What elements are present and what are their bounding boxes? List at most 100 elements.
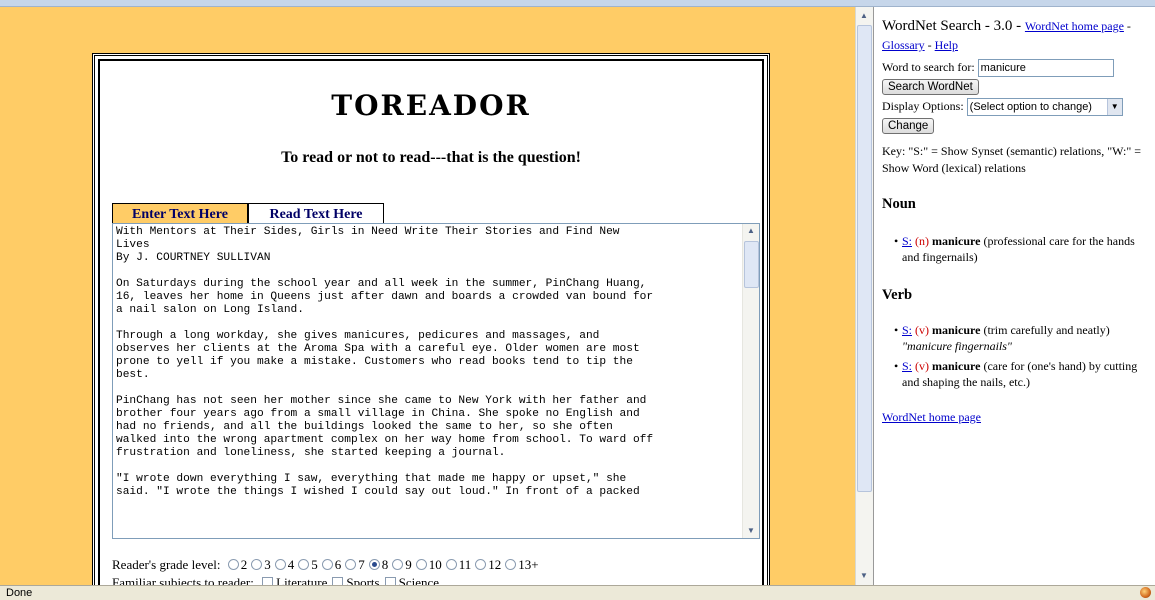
word-search-input[interactable]: manicure xyxy=(977,59,1114,77)
page-title: TOREADOR xyxy=(331,89,531,122)
chevron-down-icon[interactable]: ▼ xyxy=(1106,99,1122,115)
sense-item: • S: (v) manicure (trim carefully and nea… xyxy=(882,322,1150,354)
grade-radio[interactable] xyxy=(415,559,427,570)
scroll-down-arrow-icon[interactable]: ▼ xyxy=(856,569,872,583)
page-subtitle: To read or not to read---that is the que… xyxy=(281,149,581,166)
grade-radio[interactable] xyxy=(368,559,380,570)
synset-link[interactable]: S: xyxy=(902,234,912,248)
grade-radio[interactable] xyxy=(345,559,357,570)
status-bar: Done xyxy=(0,585,1155,600)
display-options-label: Display Options: xyxy=(882,98,964,113)
grade-option[interactable]: 3 xyxy=(247,557,271,572)
synset-link[interactable]: S: xyxy=(902,323,912,337)
grade-option-label: 10 xyxy=(428,557,442,572)
subject-checkbox[interactable] xyxy=(332,577,344,585)
subject-option-label: Sports xyxy=(346,575,380,585)
grade-level-label: Reader's grade level: xyxy=(112,557,221,572)
subject-option-label: Literature xyxy=(276,575,328,585)
grade-radio[interactable] xyxy=(251,559,263,570)
bullet-icon: • xyxy=(894,323,899,337)
word-search-row: Word to search for: manicure xyxy=(882,59,1150,77)
status-text: Done xyxy=(6,587,33,599)
grade-option[interactable]: 7 xyxy=(341,557,365,572)
grade-option-label: 12 xyxy=(488,557,502,572)
grade-option-label: 13+ xyxy=(518,557,539,572)
key-text: Key: "S:" = Show Synset (semantic) relat… xyxy=(882,144,1141,175)
pos-tag: (n) xyxy=(915,234,930,248)
bullet-icon: • xyxy=(894,359,899,373)
grade-radio[interactable] xyxy=(392,559,404,570)
scroll-down-arrow-icon[interactable]: ▼ xyxy=(743,524,759,538)
noun-sense-list: • S: (n) manicure (professional care for … xyxy=(882,233,1150,269)
scroll-up-arrow-icon[interactable]: ▲ xyxy=(743,224,759,238)
grade-radio[interactable] xyxy=(227,559,239,570)
firefox-icon[interactable] xyxy=(1140,587,1151,598)
subject-option[interactable]: Literature xyxy=(257,575,327,585)
left-frame-scrollbar[interactable]: ▲ ▼ xyxy=(855,7,874,585)
grade-radio[interactable] xyxy=(505,559,517,570)
scroll-thumb[interactable] xyxy=(744,241,759,288)
grade-radio[interactable] xyxy=(298,559,310,570)
bullet-icon: • xyxy=(894,234,899,248)
display-options-select[interactable]: (Select option to change) ▼ xyxy=(966,98,1123,116)
subject-checkbox[interactable] xyxy=(384,577,396,585)
grade-option-label: 9 xyxy=(405,557,412,572)
sense-item: • S: (n) manicure (professional care for … xyxy=(882,233,1150,265)
grade-level-row: Reader's grade level: 2 3 4 5 6 7 8 9 10 11 12 13+ xyxy=(112,557,539,573)
grade-option[interactable]: 13+ xyxy=(501,557,539,572)
sense-item: • S: (v) manicure (care for (one's hand) … xyxy=(882,358,1150,390)
scroll-thumb[interactable] xyxy=(857,25,872,492)
toreador-frame: TOREADOR To read or not to read---that i… xyxy=(0,7,855,585)
grade-option[interactable]: 11 xyxy=(442,557,472,572)
help-link[interactable]: Help xyxy=(935,38,958,52)
grade-option[interactable]: 12 xyxy=(471,557,501,572)
wordnet-home-link[interactable]: WordNet home page xyxy=(1025,19,1124,33)
window-top-border xyxy=(0,0,1155,7)
noun-heading: Noun xyxy=(882,196,916,212)
wordnet-frame: WordNet Search - 3.0 - WordNet home page… xyxy=(873,7,1155,585)
tab-enter-text[interactable]: Enter Text Here xyxy=(112,203,248,224)
wordnet-title: WordNet Search xyxy=(882,18,982,34)
sense-gloss: (trim carefully and neatly) xyxy=(983,323,1110,337)
grade-option[interactable]: 8 xyxy=(365,557,388,572)
word-search-label: Word to search for: xyxy=(882,59,975,74)
glossary-link[interactable]: Glossary xyxy=(882,38,925,52)
subject-checkbox[interactable] xyxy=(262,577,274,585)
wordnet-header: WordNet Search - 3.0 - WordNet home page… xyxy=(882,18,1131,52)
text-entry-area[interactable]: With Mentors at Their Sides, Girls in Ne… xyxy=(112,223,760,539)
subject-option-label: Science xyxy=(398,575,440,585)
grade-option[interactable]: 5 xyxy=(294,557,318,572)
textarea-scrollbar[interactable]: ▲ ▼ xyxy=(742,224,759,538)
scroll-up-arrow-icon[interactable]: ▲ xyxy=(856,9,872,23)
grade-radio[interactable] xyxy=(445,559,457,570)
change-button[interactable]: Change xyxy=(882,118,935,134)
sense-word: manicure xyxy=(932,323,981,337)
subject-option[interactable]: Science xyxy=(380,575,439,585)
sense-example: "manicure fingernails" xyxy=(902,339,1012,353)
grade-radio[interactable] xyxy=(321,559,333,570)
grade-option[interactable]: 9 xyxy=(388,557,412,572)
grade-option-label: 3 xyxy=(264,557,271,572)
grade-option[interactable]: 4 xyxy=(271,557,294,572)
grade-option[interactable]: 6 xyxy=(318,557,341,572)
tab-read-text[interactable]: Read Text Here xyxy=(248,203,384,224)
text-entry-content[interactable]: With Mentors at Their Sides, Girls in Ne… xyxy=(113,224,742,538)
sense-word: manicure xyxy=(932,359,981,373)
verb-sense-list: • S: (v) manicure (trim carefully and nea… xyxy=(882,322,1150,394)
grade-option-label: 11 xyxy=(458,557,472,572)
pos-tag: (v) xyxy=(915,359,930,373)
familiar-subjects-row: Familiar subjects to reader: Literature S… xyxy=(112,575,439,585)
grade-radio[interactable] xyxy=(274,559,286,570)
search-wordnet-button[interactable]: Search WordNet xyxy=(882,79,979,95)
verb-heading: Verb xyxy=(882,287,913,303)
familiar-subjects-label: Familiar subjects to reader: xyxy=(112,575,254,585)
grade-radio[interactable] xyxy=(475,559,487,570)
sense-word: manicure xyxy=(932,234,981,248)
subject-option[interactable]: Sports xyxy=(327,575,380,585)
grade-option[interactable]: 2 xyxy=(224,557,247,572)
wordnet-home-footer-link[interactable]: WordNet home page xyxy=(882,410,981,424)
synset-link[interactable]: S: xyxy=(902,359,912,373)
grade-option[interactable]: 10 xyxy=(412,557,442,572)
grade-option-label: 7 xyxy=(358,557,365,572)
pos-tag: (v) xyxy=(915,323,930,337)
